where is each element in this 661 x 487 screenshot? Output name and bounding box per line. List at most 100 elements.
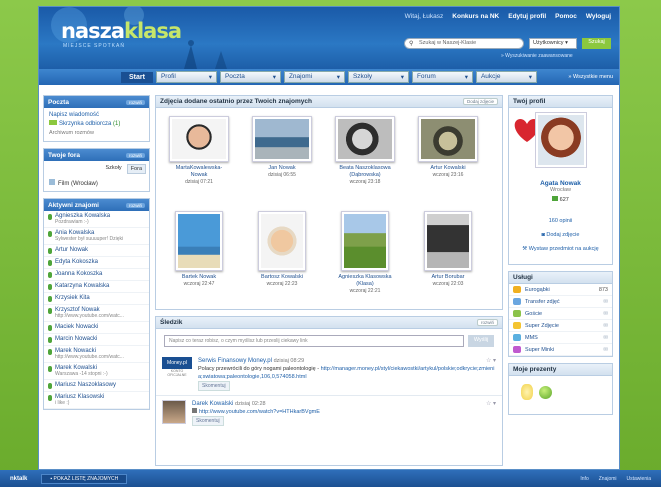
search-scope-select[interactable]: Użytkownicy ▾ bbox=[529, 38, 577, 49]
site-logo[interactable]: naszaklasa bbox=[61, 19, 182, 43]
gifts-counter[interactable]: 627 bbox=[509, 196, 612, 203]
service-name[interactable]: MMS bbox=[525, 335, 599, 341]
inbox-link[interactable]: Skrzynka odbiorcza (1) bbox=[49, 120, 144, 129]
photo-item[interactable]: Agnieszka Klasowska (Klasa) wczoraj 22:21 bbox=[334, 211, 396, 294]
post-avatar[interactable]: Money.pl KONTO OFICJALNE bbox=[162, 357, 192, 391]
service-item[interactable]: Super Zdjęcie ✉ bbox=[509, 320, 612, 332]
friend-item[interactable]: Marek Kowalski Warszawa -14 stopni :-) bbox=[44, 363, 149, 380]
tab-forums[interactable]: Fora bbox=[126, 164, 146, 174]
search-button[interactable]: Szukaj bbox=[582, 38, 611, 49]
post-author[interactable]: Serwis Finansowy Money.pl bbox=[198, 358, 272, 364]
status-input[interactable]: Napisz co teraz robisz, o czym myślisz l… bbox=[164, 335, 464, 347]
friends-expand-button[interactable]: rozwiń bbox=[125, 202, 145, 208]
forum-item[interactable]: Film (Wrocław) bbox=[44, 177, 149, 191]
photo-thumbnail[interactable] bbox=[252, 116, 312, 162]
photo-author[interactable]: Bartosz Kowalski bbox=[251, 274, 313, 281]
top-link-logout[interactable]: Wyloguj bbox=[586, 13, 611, 20]
nav-forum[interactable]: Forum ▾ bbox=[411, 71, 473, 83]
top-link-help[interactable]: Pomoc bbox=[555, 13, 577, 20]
friend-name[interactable]: Krzysiek Kita bbox=[55, 295, 90, 301]
send-button[interactable]: Wyślij bbox=[468, 335, 494, 347]
top-link-konkurs[interactable]: Konkurs na NK bbox=[452, 13, 499, 20]
top-link-edit-profile[interactable]: Edytuj profil bbox=[508, 13, 546, 20]
service-action-icon[interactable]: ✉ bbox=[603, 335, 608, 341]
service-action-icon[interactable]: ✉ bbox=[603, 347, 608, 353]
search-input[interactable]: ⚲ Szukaj w Naszej-Klasie bbox=[404, 38, 524, 49]
service-name[interactable]: Eurogąbki bbox=[525, 287, 595, 293]
nav-szkoly[interactable]: Szkoły ▾ bbox=[347, 71, 409, 83]
post-author[interactable]: Darek Kowalski bbox=[192, 401, 233, 407]
photo-thumbnail[interactable] bbox=[169, 116, 229, 162]
friend-item[interactable]: Artur Nowak bbox=[44, 245, 149, 257]
gift-figure-icon[interactable] bbox=[521, 384, 533, 400]
photo-thumbnail[interactable] bbox=[424, 211, 472, 271]
service-item[interactable]: Eurogąbki 873 bbox=[509, 284, 612, 296]
photo-thumbnail[interactable] bbox=[258, 211, 306, 271]
star-icon[interactable]: ☆ ▾ bbox=[486, 400, 496, 407]
comment-button[interactable]: Skomentuj bbox=[192, 416, 224, 426]
photo-thumbnail[interactable] bbox=[341, 211, 389, 271]
photo-author[interactable]: Agnieszka Klasowska (Klasa) bbox=[334, 274, 396, 288]
post-link[interactable]: http://www.youtube.com/watch?v=HTHkarBVg… bbox=[199, 409, 320, 415]
bottom-settings-link[interactable]: Ustawienia bbox=[627, 476, 651, 482]
friend-name[interactable]: Katarzyna Kowalska bbox=[55, 283, 109, 289]
photo-author[interactable]: Beata Naszoklasowa (Dąbrowska) bbox=[334, 165, 396, 179]
photo-author[interactable]: Artur Kowalski bbox=[417, 165, 479, 172]
photo-item[interactable]: Jan Nowak dzisiaj 06:55 bbox=[251, 116, 313, 178]
photo-author[interactable]: Jan Nowak bbox=[251, 165, 313, 172]
mail-expand-button[interactable]: rozwiń bbox=[125, 99, 145, 105]
auction-link[interactable]: ⚒ Wystaw przedmiot na aukcję bbox=[509, 242, 612, 256]
friend-item[interactable]: Marcin Nowacki bbox=[44, 334, 149, 346]
service-name[interactable]: Super Zdjęcie bbox=[525, 323, 599, 329]
friend-item[interactable]: Mariusz Klasowski i like :) bbox=[44, 392, 149, 409]
photo-item[interactable]: Artur Borubar wczoraj 22:03 bbox=[417, 211, 479, 287]
friend-item[interactable]: Ania Kowalska Sylwester był suuuuper! Dzi… bbox=[44, 228, 149, 245]
friend-item[interactable]: Maciek Nowacki bbox=[44, 322, 149, 334]
comment-button[interactable]: Skomentuj bbox=[198, 381, 230, 391]
opinions-link[interactable]: 160 opinii bbox=[509, 214, 612, 228]
photo-item[interactable]: MartaKowalewska-Nowak dzisiaj 07:21 bbox=[168, 116, 230, 185]
bottom-info-link[interactable]: Info bbox=[580, 476, 588, 482]
friend-name[interactable]: Joanna Kokoszka bbox=[55, 271, 102, 277]
photo-thumbnail[interactable] bbox=[418, 116, 478, 162]
friend-name[interactable]: Marcin Nowacki bbox=[55, 336, 97, 342]
nav-start[interactable]: Start bbox=[121, 71, 153, 83]
friend-name[interactable]: Edyta Kokoszka bbox=[55, 259, 98, 265]
friend-item[interactable]: Katarzyna Kowalska bbox=[44, 281, 149, 293]
nav-znajomi[interactable]: Znajomi ▾ bbox=[283, 71, 345, 83]
service-name[interactable]: Super Minki bbox=[525, 347, 599, 353]
service-item[interactable]: Super Minki ✉ bbox=[509, 344, 612, 356]
show-friends-button[interactable]: ▪ POKAŻ LISTĘ ZNAJOMYCH bbox=[41, 473, 128, 484]
apple-gift-icon[interactable] bbox=[539, 386, 552, 399]
friend-name[interactable]: Maciek Nowacki bbox=[55, 324, 98, 330]
profile-photo[interactable] bbox=[535, 112, 587, 168]
service-action-icon[interactable]: ✉ bbox=[603, 299, 608, 305]
friend-item[interactable]: Marek Nowacki http://www.youtube.com/watc… bbox=[44, 346, 149, 363]
friend-item[interactable]: Edyta Kokoszka bbox=[44, 257, 149, 269]
photo-thumbnail[interactable] bbox=[335, 116, 395, 162]
service-action-icon[interactable]: ✉ bbox=[603, 323, 608, 329]
service-action-icon[interactable]: ✉ bbox=[603, 311, 608, 317]
nav-poczta[interactable]: Poczta ▾ bbox=[219, 71, 281, 83]
photo-item[interactable]: Artur Kowalski wczoraj 23:16 bbox=[417, 116, 479, 178]
star-icon[interactable]: ☆ ▾ bbox=[486, 357, 496, 364]
post-avatar[interactable] bbox=[162, 400, 186, 424]
tab-schools[interactable]: Szkoły bbox=[102, 164, 124, 174]
add-photo-link[interactable]: ◙ Dodaj zdjęcie bbox=[509, 228, 612, 242]
friend-item[interactable]: Agnieszka Kowalska Pozdrawiam :-) bbox=[44, 211, 149, 228]
friend-name[interactable]: Artur Nowak bbox=[55, 247, 88, 253]
write-message-link[interactable]: Napisz wiadomość bbox=[49, 111, 144, 120]
photo-author[interactable]: Artur Borubar bbox=[417, 274, 479, 281]
photo-author[interactable]: Bartek Nowak bbox=[168, 274, 230, 281]
service-item[interactable]: Transfer zdjęć ✉ bbox=[509, 296, 612, 308]
nav-all-menu-link[interactable]: » Wszystkie menu bbox=[568, 74, 613, 80]
friend-item[interactable]: Krzysztof Nowak http://www.youtube.com/wa… bbox=[44, 305, 149, 322]
advanced-search-link[interactable]: » Wyszukiwanie zaawansowane bbox=[501, 53, 573, 59]
friend-item[interactable]: Krzysiek Kita bbox=[44, 293, 149, 305]
friend-item[interactable]: Mariusz Naszoklasowy bbox=[44, 380, 149, 392]
sledzik-expand-button[interactable]: rozwiń bbox=[476, 319, 498, 326]
forums-expand-button[interactable]: rozwiń bbox=[125, 152, 145, 158]
photo-item[interactable]: Bartosz Kowalski wczoraj 22:23 bbox=[251, 211, 313, 287]
friend-item[interactable]: Joanna Kokoszka bbox=[44, 269, 149, 281]
photo-item[interactable]: Beata Naszoklasowa (Dąbrowska) wczoraj 23… bbox=[334, 116, 396, 185]
